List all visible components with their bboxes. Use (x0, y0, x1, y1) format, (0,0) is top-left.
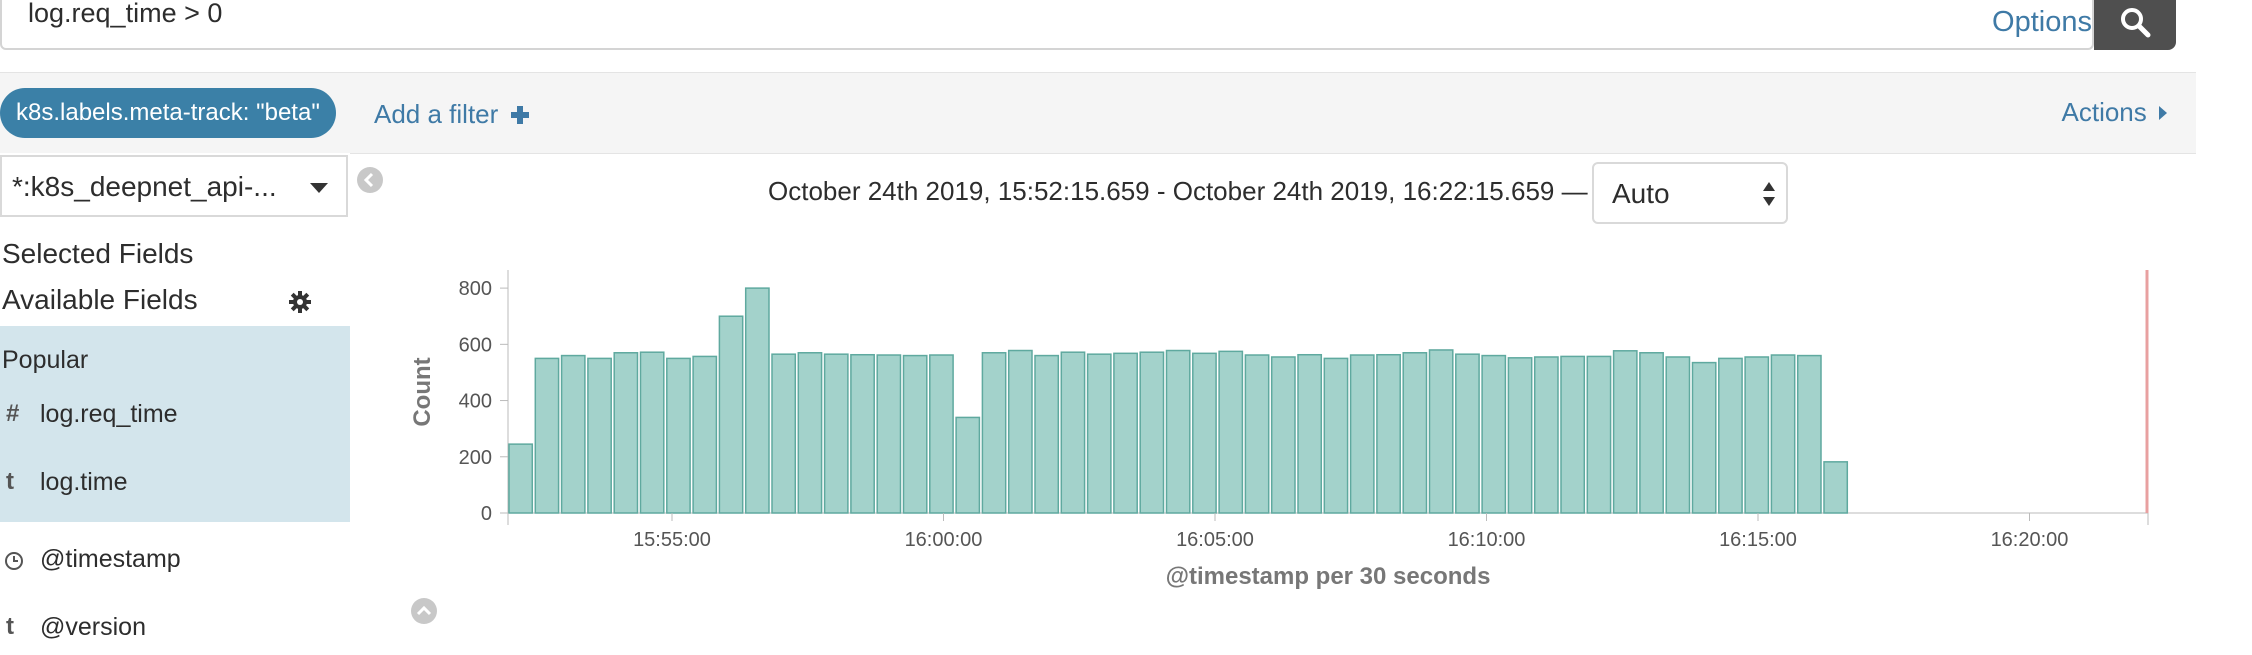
histogram-bar (1507, 357, 1533, 514)
collapse-chart-icon[interactable] (410, 597, 438, 625)
histogram-bar (1744, 356, 1770, 514)
histogram-bar (1823, 461, 1849, 514)
histogram-bar (1323, 357, 1349, 514)
histogram-bar (1086, 353, 1112, 514)
histogram-bar (1192, 352, 1217, 514)
histogram-bar (1481, 354, 1507, 514)
histogram-bar (1612, 350, 1638, 514)
histogram-bar (744, 287, 770, 514)
histogram-bar (692, 355, 718, 514)
histogram-bar (929, 354, 954, 514)
histogram-bar (718, 315, 744, 514)
y-tick-label: 0 (481, 503, 492, 525)
histogram-bar (1533, 356, 1559, 514)
histogram-bar (587, 357, 612, 514)
histogram-bar (1770, 354, 1796, 514)
histogram-bar (981, 352, 1007, 514)
histogram-bar (560, 354, 586, 514)
histogram-bar (1007, 349, 1033, 514)
x-tick-label: 16:10:00 (1448, 529, 1526, 551)
histogram-bar (1455, 353, 1480, 514)
histogram-bar (1244, 354, 1270, 514)
histogram-bar (1665, 356, 1691, 514)
histogram-bar (1349, 354, 1375, 514)
y-tick-label: 800 (459, 278, 492, 300)
x-tick-label: 16:05:00 (1176, 529, 1254, 551)
histogram-bar (876, 354, 902, 514)
histogram-bar (1297, 353, 1323, 514)
histogram-bar (534, 357, 560, 514)
histogram-bar (1428, 349, 1454, 514)
x-tick-label: 16:15:00 (1719, 529, 1797, 551)
x-axis-label: @timestamp per 30 seconds (1166, 563, 1491, 590)
histogram-bar (1796, 354, 1822, 514)
histogram-bar (639, 351, 665, 514)
histogram-bar (1165, 349, 1191, 514)
histogram-bar (1218, 350, 1244, 514)
x-tick-label: 15:55:00 (633, 529, 711, 551)
histogram-bar (1376, 353, 1401, 514)
histogram-bar (1691, 361, 1717, 514)
histogram-bar (613, 352, 639, 514)
x-tick-label: 16:00:00 (905, 529, 983, 551)
histogram-bar (508, 443, 534, 514)
y-tick-label: 600 (459, 334, 492, 356)
histogram-bar (823, 353, 849, 514)
histogram-bar (666, 357, 691, 514)
histogram-bar (1139, 351, 1165, 514)
histogram-bar (771, 353, 797, 514)
histogram-bar (1060, 351, 1086, 514)
histogram-bar (1270, 356, 1296, 514)
histogram-bar (1586, 355, 1612, 514)
histogram-bar (1402, 352, 1428, 514)
histogram-bar (1718, 357, 1743, 514)
histogram-bar (1560, 355, 1586, 514)
y-axis-label: Count (409, 357, 436, 426)
y-tick-label: 200 (459, 447, 492, 469)
histogram-chart: 0 200 400 600 800 15:55:00 16:00:00 16:05:00 16:… (409, 270, 2149, 590)
histogram-bar (902, 354, 928, 514)
x-tick-label: 16:20:00 (1991, 529, 2069, 551)
histogram-bar (1113, 352, 1138, 514)
histogram-bar (797, 352, 823, 514)
y-tick-label: 400 (459, 391, 492, 413)
histogram-bar (955, 416, 981, 514)
histogram-bar (1034, 354, 1060, 514)
histogram-bar (850, 353, 875, 514)
histogram-bar (1639, 352, 1664, 514)
